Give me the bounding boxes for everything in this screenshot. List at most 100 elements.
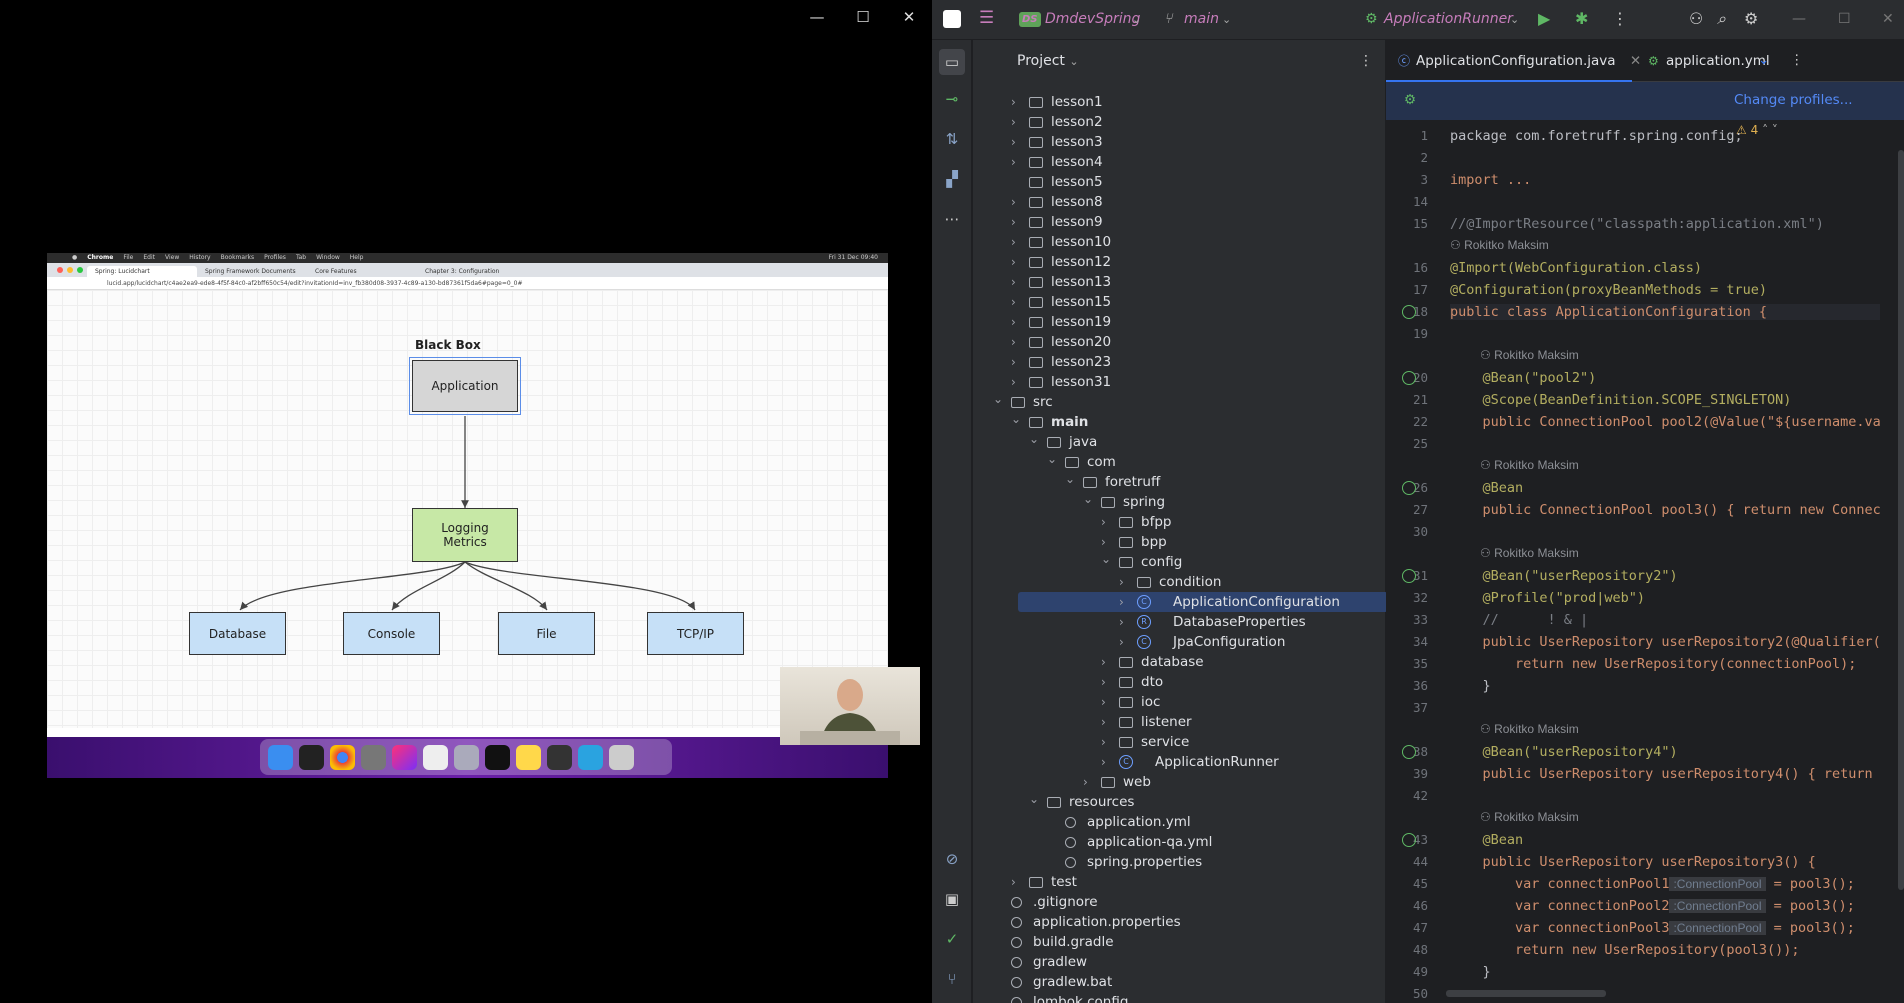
node-tcpip[interactable]: TCP/IP: [647, 612, 744, 655]
bean-gutter-icon[interactable]: [1402, 481, 1416, 495]
tree-item[interactable]: › lesson1: [973, 92, 1373, 112]
tabs-more-icon[interactable]: ⋮: [1790, 52, 1804, 68]
minimize-button[interactable]: —: [794, 6, 840, 28]
tree-item[interactable]: ⌄ config: [973, 552, 1373, 572]
project-panel-title[interactable]: Project: [1017, 53, 1065, 69]
branch-selector[interactable]: main: [1184, 11, 1219, 27]
chevron-down-icon[interactable]: ⌄: [1083, 489, 1093, 509]
chevron-right-icon[interactable]: ›: [1011, 232, 1016, 252]
bean-gutter-icon[interactable]: [1402, 745, 1416, 759]
tree-item[interactable]: application.properties: [973, 912, 1373, 932]
pull-requests-icon[interactable]: ⇅: [942, 130, 962, 150]
chevron-down-icon[interactable]: ⌄: [1029, 789, 1039, 809]
tree-item[interactable]: ⌄ src: [973, 392, 1373, 412]
tree-item[interactable]: › bfpp: [973, 512, 1373, 532]
tree-item[interactable]: › test: [973, 872, 1373, 892]
structure-icon[interactable]: ▞: [942, 170, 962, 190]
main-menu-icon[interactable]: ☰: [979, 8, 994, 28]
tree-item[interactable]: › lesson15: [973, 292, 1373, 312]
tree-item[interactable]: .gitignore: [973, 892, 1373, 912]
chevron-right-icon[interactable]: ›: [1101, 672, 1106, 692]
tree-item[interactable]: application-qa.yml: [973, 832, 1373, 852]
node-logging-metrics[interactable]: Logging Metrics: [412, 508, 518, 562]
chevron-right-icon[interactable]: ›: [1011, 272, 1016, 292]
run-icon[interactable]: ▶: [1538, 9, 1550, 28]
terminal-icon[interactable]: ▣: [942, 890, 962, 910]
tree-item[interactable]: ⌄ com: [973, 452, 1373, 472]
chevron-right-icon[interactable]: ›: [1101, 732, 1106, 752]
tree-item[interactable]: › lesson9: [973, 212, 1373, 232]
tree-item[interactable]: › service: [973, 732, 1373, 752]
tree-item[interactable]: lesson5: [973, 172, 1373, 192]
tree-item[interactable]: › dto: [973, 672, 1373, 692]
maximize-button[interactable]: ☐: [840, 6, 886, 28]
problems-icon[interactable]: ✓: [942, 930, 962, 950]
add-user-icon[interactable]: ⚇: [1689, 9, 1703, 28]
chevron-right-icon[interactable]: ›: [1011, 352, 1016, 372]
chevron-right-icon[interactable]: ›: [1011, 212, 1016, 232]
close-button[interactable]: ✕: [1882, 11, 1894, 27]
bean-gutter-icon[interactable]: [1402, 833, 1416, 847]
tabs-dropdown-icon[interactable]: ⌄: [1758, 52, 1769, 68]
close-button[interactable]: ✕: [886, 6, 932, 28]
code-view[interactable]: package com.foretruff.spring.config; impo…: [1450, 120, 1880, 1003]
node-console[interactable]: Console: [343, 612, 440, 655]
tree-item[interactable]: › lesson31: [973, 372, 1373, 392]
bean-gutter-icon[interactable]: [1402, 569, 1416, 583]
git-icon[interactable]: ⑂: [942, 970, 962, 990]
tree-item[interactable]: › ioc: [973, 692, 1373, 712]
chevron-right-icon[interactable]: ›: [1011, 132, 1016, 152]
chevron-right-icon[interactable]: ›: [1011, 112, 1016, 132]
tree-item[interactable]: › lesson3: [973, 132, 1373, 152]
chevron-right-icon[interactable]: ›: [1101, 692, 1106, 712]
tree-item[interactable]: › lesson19: [973, 312, 1373, 332]
chevron-right-icon[interactable]: ›: [1011, 252, 1016, 272]
chevron-right-icon[interactable]: ›: [1119, 572, 1124, 592]
tree-item[interactable]: › C JpaConfiguration: [973, 632, 1373, 652]
tree-item[interactable]: › lesson13: [973, 272, 1373, 292]
chevron-right-icon[interactable]: ›: [1119, 632, 1124, 652]
bean-gutter-icon[interactable]: [1402, 371, 1416, 385]
tree-item[interactable]: › lesson12: [973, 252, 1373, 272]
chevron-right-icon[interactable]: ›: [1011, 332, 1016, 352]
tree-item[interactable]: › lesson23: [973, 352, 1373, 372]
tree-item[interactable]: › condition: [973, 572, 1373, 592]
chevron-right-icon[interactable]: ›: [1011, 312, 1016, 332]
tree-item[interactable]: ⌄ foretruff: [973, 472, 1373, 492]
tree-item[interactable]: › bpp: [973, 532, 1373, 552]
chevron-right-icon[interactable]: ›: [1083, 772, 1088, 792]
tree-item[interactable]: ⌄ spring: [973, 492, 1373, 512]
chevron-right-icon[interactable]: ›: [1011, 192, 1016, 212]
services-icon[interactable]: ⊘: [942, 850, 962, 870]
tree-item[interactable]: › listener: [973, 712, 1373, 732]
chevron-right-icon[interactable]: ›: [1011, 292, 1016, 312]
chevron-down-icon[interactable]: ⌄: [1101, 549, 1111, 569]
run-config-selector[interactable]: ApplicationRunner: [1384, 11, 1513, 27]
tree-item[interactable]: › C ApplicationConfiguration: [1018, 592, 1388, 612]
node-application[interactable]: Application: [409, 357, 521, 415]
minimize-button[interactable]: —: [1792, 11, 1806, 27]
tree-item[interactable]: spring.properties: [973, 852, 1373, 872]
chevron-right-icon[interactable]: ›: [1119, 612, 1124, 632]
tab-application-configuration[interactable]: ⓒ ApplicationConfiguration.java ✕: [1386, 40, 1641, 82]
chevron-right-icon[interactable]: ›: [1119, 592, 1124, 612]
tree-item[interactable]: ⌄ resources: [973, 792, 1373, 812]
chevron-right-icon[interactable]: ›: [1101, 652, 1106, 672]
chevron-down-icon[interactable]: ⌄: [993, 389, 1003, 409]
tree-item[interactable]: › database: [973, 652, 1373, 672]
tree-item[interactable]: › lesson4: [973, 152, 1373, 172]
change-profiles-link[interactable]: Change profiles...: [1734, 92, 1853, 108]
chevron-down-icon[interactable]: ⌄: [1029, 429, 1039, 449]
chevron-right-icon[interactable]: ›: [1011, 152, 1016, 172]
commit-icon[interactable]: ⊸: [942, 90, 962, 110]
tree-item[interactable]: › C ApplicationRunner: [973, 752, 1373, 772]
tree-item[interactable]: › R DatabaseProperties: [973, 612, 1373, 632]
chevron-right-icon[interactable]: ›: [1011, 92, 1016, 112]
node-database[interactable]: Database: [189, 612, 286, 655]
bean-gutter-icon[interactable]: [1402, 305, 1416, 319]
chevron-right-icon[interactable]: ›: [1101, 712, 1106, 732]
tree-item[interactable]: › lesson2: [973, 112, 1373, 132]
node-file[interactable]: File: [498, 612, 595, 655]
tree-item[interactable]: › lesson8: [973, 192, 1373, 212]
chevron-right-icon[interactable]: ›: [1101, 752, 1106, 772]
